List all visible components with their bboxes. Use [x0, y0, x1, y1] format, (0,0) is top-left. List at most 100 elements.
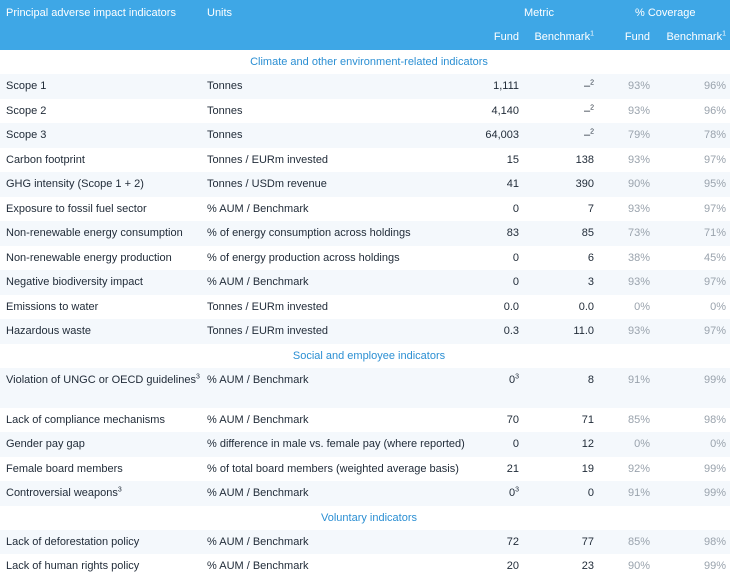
coverage-benchmark-value: 96% [703, 80, 726, 92]
coverage-benchmark-value: 78% [703, 129, 726, 141]
fund-value: 03 [508, 372, 519, 386]
coverage-benchmark-column-header: Benchmark1 [666, 30, 726, 43]
indicator-unit: Tonnes / EURm invested [207, 300, 329, 313]
table-row: Female board members % of total board mem… [0, 457, 730, 482]
coverage-benchmark-value: 45% [703, 251, 726, 264]
benchmark-value: 71 [581, 413, 594, 426]
benchmark-value: 0.0 [578, 300, 594, 313]
benchmark-column-header: Benchmark1 [534, 30, 594, 43]
indicator-unit: % AUM / Benchmark [207, 276, 309, 288]
coverage-benchmark-value: 97% [703, 202, 726, 215]
coverage-fund-value: 93% [627, 153, 650, 166]
coverage-fund-value: 79% [627, 129, 650, 141]
fund-value: 83 [506, 227, 519, 239]
benchmark-value: –2 [583, 128, 594, 141]
section-heading: Social and employee indicators [0, 344, 730, 368]
indicator-name: Exposure to fossil fuel sector [6, 202, 147, 215]
benchmark-value: –2 [583, 79, 594, 92]
fund-value: 41 [506, 178, 519, 190]
indicator-name: Emissions to water [6, 300, 99, 313]
table-row: Controversial weapons3 % AUM / Benchmark 0… [0, 481, 730, 506]
coverage-fund-value: 85% [627, 413, 650, 426]
indicator-unit: Tonnes / USDm revenue [207, 178, 327, 190]
benchmark-value: 11.0 [573, 325, 594, 337]
table-row: Exposure to fossil fuel sector % AUM / Be… [0, 197, 730, 222]
benchmark-value: 23 [581, 560, 594, 572]
indicator-unit: Tonnes [207, 104, 243, 117]
fund-value: 72 [506, 535, 519, 548]
coverage-fund-value: 93% [627, 276, 650, 288]
indicator-name: Lack of deforestation policy [6, 535, 140, 548]
table-row: Emissions to water Tonnes / EURm invested… [0, 295, 730, 320]
fund-value: 0.0 [503, 300, 519, 313]
coverage-benchmark-value: 98% [703, 535, 726, 548]
indicator-unit: % AUM / Benchmark [207, 202, 309, 215]
indicator-unit: % AUM / Benchmark [207, 535, 309, 548]
indicator-unit: Tonnes [207, 80, 243, 92]
coverage-fund-value: 93% [627, 325, 650, 337]
fund-value: 20 [506, 560, 519, 572]
indicator-name: Negative biodiversity impact [6, 276, 143, 288]
coverage-benchmark-value: 99% [703, 462, 726, 475]
table-row: Lack of deforestation policy % AUM / Benc… [0, 529, 730, 554]
coverage-fund-value: 0% [634, 438, 650, 450]
benchmark-value: 12 [581, 438, 594, 450]
fund-value: 03 [508, 486, 519, 499]
table-row: Non-renewable energy consumption % of ene… [0, 221, 730, 246]
fund-value: 1,111 [493, 80, 519, 92]
fund-value: 0 [512, 438, 519, 450]
fund-value: 21 [506, 462, 519, 475]
units-column-header: Units [207, 7, 233, 19]
coverage-fund-value: 93% [627, 80, 650, 92]
metric-group-header: Metric [524, 7, 554, 19]
section-title: Voluntary indicators [321, 511, 417, 524]
indicator-name: Scope 1 [6, 80, 47, 92]
coverage-benchmark-value: 99% [703, 487, 726, 499]
coverage-fund-value: 91% [627, 487, 650, 499]
indicator-name: Gender pay gap [6, 438, 85, 450]
indicator-name: Carbon footprint [6, 153, 85, 166]
indicator-unit: % of energy production across holdings [207, 251, 400, 264]
indicator-unit: Tonnes / EURm invested [207, 153, 329, 166]
indicator-unit: Tonnes / EURm invested [207, 325, 329, 337]
fund-value: 70 [506, 413, 519, 426]
section-heading: Climate and other environment-related in… [0, 50, 730, 74]
coverage-benchmark-value: 0% [710, 438, 726, 450]
benchmark-value: 85 [581, 227, 594, 239]
coverage-benchmark-value: 95% [703, 178, 726, 190]
indicator-name: Scope 2 [6, 104, 47, 117]
indicator-unit: % of energy consumption across holdings [207, 227, 411, 239]
coverage-fund-value: 93% [627, 202, 650, 215]
table-row: Gender pay gap % difference in male vs. f… [0, 432, 730, 457]
benchmark-value: 390 [575, 178, 594, 190]
table-row: Scope 3 Tonnes 64,003 –2 79% 78% [0, 123, 730, 148]
fund-value: 0 [512, 251, 519, 264]
indicator-name: Female board members [6, 462, 123, 475]
coverage-fund-value: 38% [627, 251, 650, 264]
coverage-benchmark-value: 97% [703, 276, 726, 288]
table-row: Scope 1 Tonnes 1,111 –2 93% 96% [0, 74, 730, 99]
indicator-name: Lack of compliance mechanisms [6, 413, 165, 426]
coverage-fund-value: 91% [627, 373, 650, 386]
indicator-unit: % AUM / Benchmark [207, 413, 309, 426]
fund-value: 4,140 [491, 104, 519, 117]
fund-value: 0 [512, 202, 519, 215]
table-row: Violation of UNGC or OECD guidelines3 % A… [0, 367, 730, 408]
indicator-name: GHG intensity (Scope 1 + 2) [6, 178, 144, 190]
benchmark-value: –2 [583, 103, 594, 117]
coverage-benchmark-value: 96% [703, 104, 726, 117]
fund-value: 0.3 [503, 325, 519, 337]
indicator-unit: % AUM / Benchmark [207, 560, 309, 572]
indicator-unit: % difference in male vs. female pay (whe… [207, 438, 465, 450]
table-row: Non-renewable energy production % of ener… [0, 246, 730, 271]
benchmark-value: 0 [587, 487, 594, 499]
coverage-fund-value: 85% [627, 535, 650, 548]
section-title: Social and employee indicators [292, 349, 446, 362]
table-row: Hazardous waste Tonnes / EURm invested 0.3… [0, 319, 730, 344]
indicator-name: Lack of human rights policy [6, 560, 140, 572]
table-row: GHG intensity (Scope 1 + 2) Tonnes / USDm… [0, 172, 730, 197]
benchmark-value: 3 [587, 276, 594, 288]
coverage-fund-value: 73% [627, 227, 650, 239]
indicator-table: Climate and other environment-related in… [0, 50, 730, 579]
benchmark-value: 8 [587, 373, 594, 386]
